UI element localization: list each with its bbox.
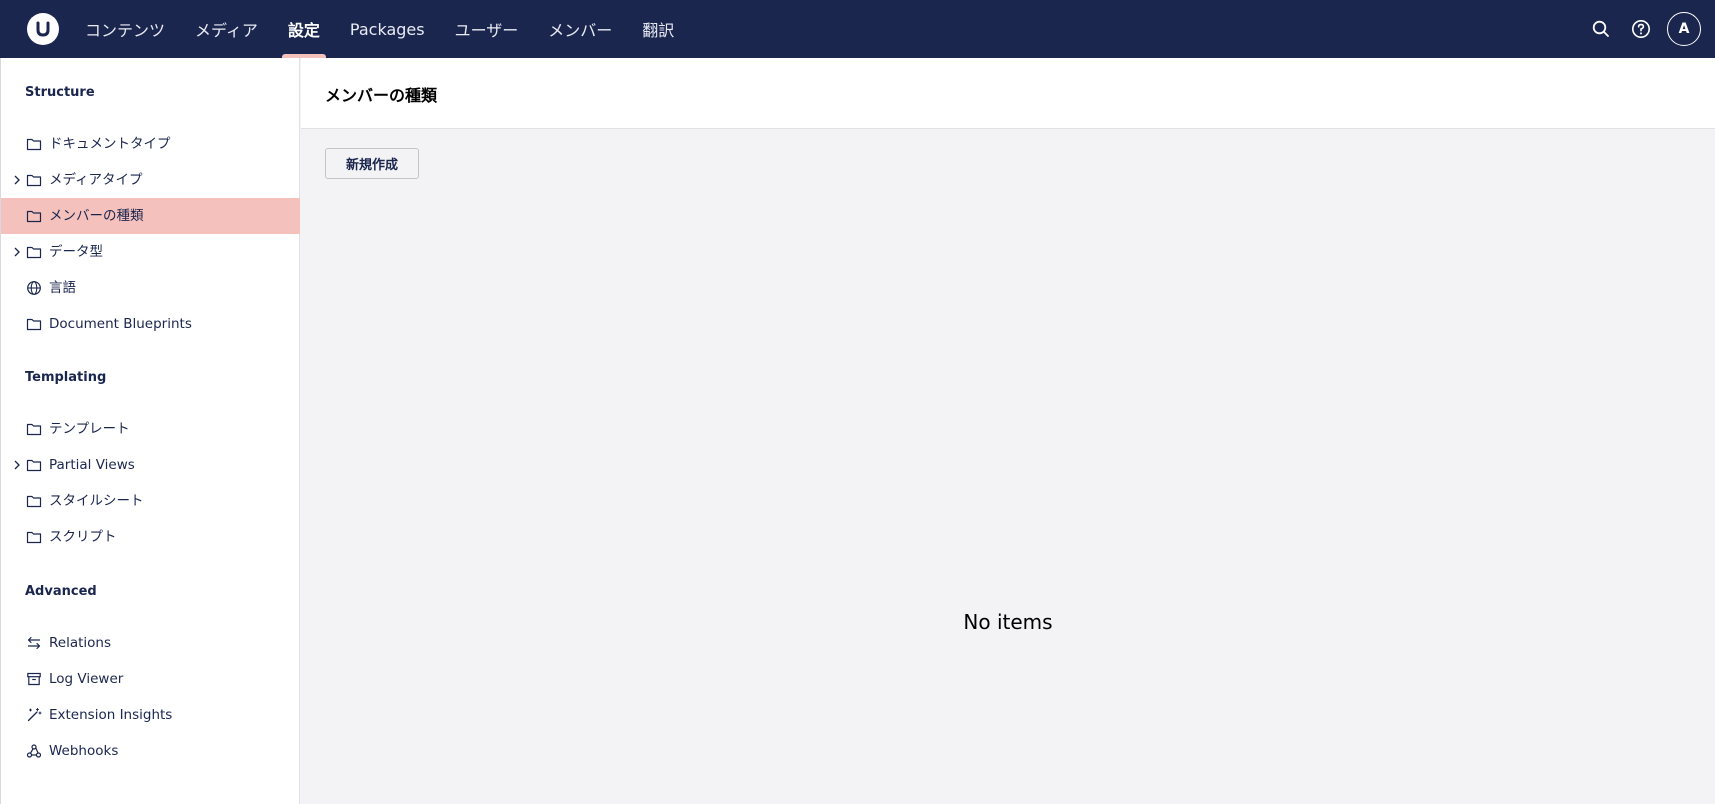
folder-icon — [26, 318, 42, 331]
sidebar-item-label: Partial Views — [49, 457, 135, 473]
nav-content[interactable]: コンテンツ — [70, 0, 180, 58]
top-tools: A — [1581, 0, 1701, 58]
sidebar-item-label: Document Blueprints — [49, 316, 192, 332]
folder-icon — [26, 495, 42, 508]
sidebar-item-relations[interactable]: Relations — [1, 625, 300, 661]
umbraco-logo-icon[interactable] — [27, 13, 59, 45]
help-icon[interactable] — [1621, 9, 1661, 49]
sidebar-item-label: メディアタイプ — [49, 172, 143, 188]
nav-members[interactable]: メンバー — [533, 0, 627, 58]
sidebar-item-label: テンプレート — [49, 421, 130, 437]
sidebar-item-webhooks[interactable]: Webhooks — [1, 733, 300, 769]
sidebar-item-label: Log Viewer — [49, 671, 124, 687]
sidebar-item-label: メンバーの種類 — [49, 208, 144, 224]
sidebar-item-scripts[interactable]: スクリプト — [1, 519, 300, 555]
chevron-right-icon[interactable] — [12, 459, 22, 471]
sidebar-item-label: スクリプト — [49, 529, 117, 545]
user-avatar[interactable]: A — [1667, 12, 1701, 46]
sidebar-item-label: スタイルシート — [49, 493, 144, 509]
create-button[interactable]: 新規作成 — [325, 148, 419, 179]
magic-wand-icon — [27, 708, 42, 722]
folder-icon — [26, 531, 42, 544]
sidebar-item-partial-views[interactable]: Partial Views — [1, 447, 300, 483]
sidebar: Structure ドキュメントタイプ メディアタイプ メンバーの種類 データ型… — [0, 58, 300, 804]
nav-users[interactable]: ユーザー — [440, 0, 534, 58]
chevron-right-icon[interactable] — [12, 174, 22, 186]
globe-icon — [27, 281, 41, 295]
sidebar-item-label: ドキュメントタイプ — [49, 136, 171, 152]
nav-settings[interactable]: 設定 — [273, 0, 335, 58]
sidebar-item-document-types[interactable]: ドキュメントタイプ — [1, 126, 300, 162]
sidebar-item-label: Webhooks — [49, 743, 119, 759]
sidebar-item-data-types[interactable]: データ型 — [1, 234, 300, 270]
arrows-swap-icon — [27, 636, 41, 650]
folder-icon — [26, 459, 42, 472]
sidebar-item-log-viewer[interactable]: Log Viewer — [1, 661, 300, 697]
section-title-templating: Templating — [25, 370, 107, 385]
main-nav: コンテンツ メディア 設定 Packages ユーザー メンバー 翻訳 — [70, 0, 689, 58]
sidebar-item-member-types[interactable]: メンバーの種類 — [1, 198, 300, 234]
sidebar-item-extension-insights[interactable]: Extension Insights — [1, 697, 300, 733]
folder-icon — [26, 174, 42, 187]
empty-state-message: No items — [963, 610, 1053, 634]
sidebar-item-stylesheets[interactable]: スタイルシート — [1, 483, 300, 519]
nav-translation[interactable]: 翻訳 — [627, 0, 689, 58]
nav-packages[interactable]: Packages — [335, 0, 440, 58]
sidebar-item-label: Relations — [49, 635, 111, 651]
workspace-header: メンバーの種類 — [301, 58, 1715, 129]
section-title-structure: Structure — [25, 85, 95, 100]
search-icon[interactable] — [1581, 9, 1621, 49]
nav-media[interactable]: メディア — [180, 0, 273, 58]
sidebar-item-label: データ型 — [49, 244, 103, 260]
webhook-icon — [26, 744, 42, 758]
folder-icon — [26, 210, 42, 223]
sidebar-item-document-blueprints[interactable]: Document Blueprints — [1, 306, 300, 342]
archive-box-icon — [27, 672, 41, 686]
page-title: メンバーの種類 — [325, 86, 438, 105]
sidebar-item-languages[interactable]: 言語 — [1, 270, 300, 306]
folder-icon — [26, 423, 42, 436]
chevron-right-icon[interactable] — [12, 246, 22, 258]
sidebar-item-label: Extension Insights — [49, 707, 173, 723]
sidebar-item-media-types[interactable]: メディアタイプ — [1, 162, 300, 198]
folder-icon — [26, 138, 42, 151]
sidebar-item-label: 言語 — [49, 280, 76, 296]
section-title-advanced: Advanced — [25, 584, 97, 599]
top-bar: コンテンツ メディア 設定 Packages ユーザー メンバー 翻訳 A — [0, 0, 1715, 58]
folder-icon — [26, 246, 42, 259]
sidebar-item-templates[interactable]: テンプレート — [1, 411, 300, 447]
